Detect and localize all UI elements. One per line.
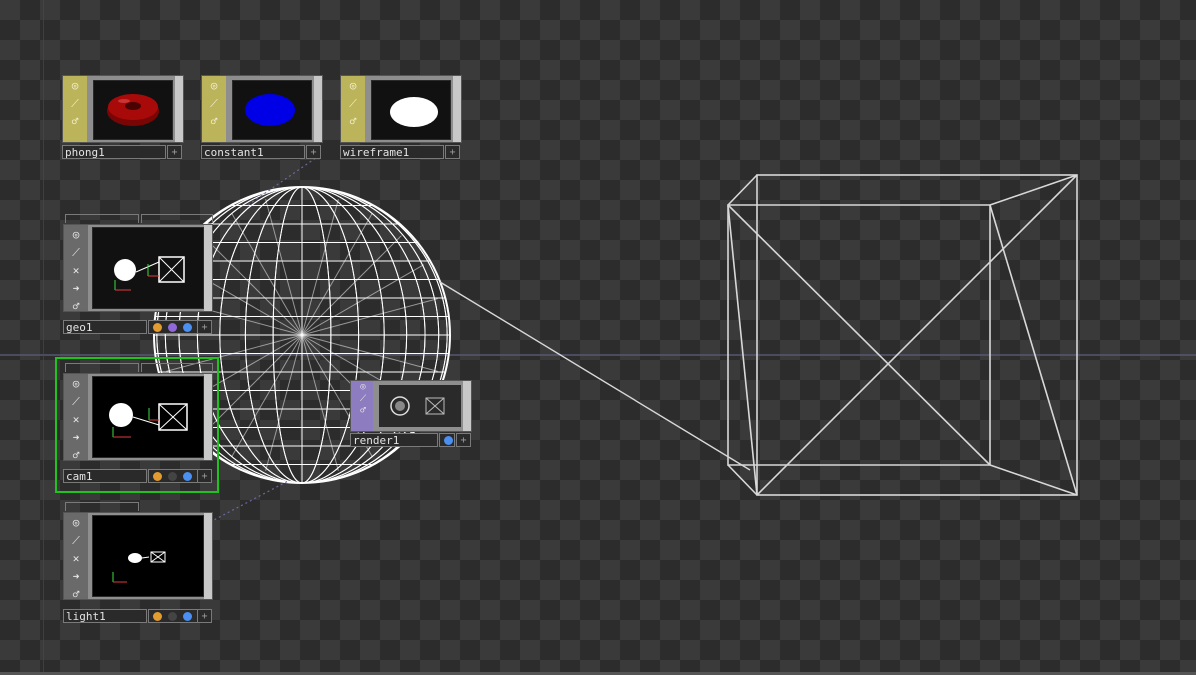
display-flag-icon[interactable] [168, 611, 177, 621]
plus-icon[interactable]: + [456, 433, 471, 447]
display-flag-icon[interactable] [168, 322, 177, 332]
clone-icon[interactable]: ♂ [64, 113, 86, 130]
display-icon[interactable]: ➜ [65, 280, 87, 297]
node-name[interactable]: phong1 [62, 145, 166, 159]
bypass-icon[interactable]: ⟋ [64, 95, 86, 112]
viewer-flag-icon[interactable] [444, 435, 453, 445]
blue-disc-preview [245, 94, 295, 126]
viewer-toggle-icon[interactable]: ◎ [65, 514, 87, 531]
clone-icon[interactable]: ♂ [203, 113, 225, 130]
bypass-icon[interactable]: ⟋ [65, 532, 87, 549]
light-preview [112, 551, 166, 583]
node-flag-column: ◎ ⟋ ♂ [202, 76, 226, 142]
node-flags [148, 609, 200, 623]
clone-icon[interactable]: ♂ [65, 447, 87, 464]
plus-icon[interactable]: + [197, 469, 212, 483]
viewer-toggle-icon[interactable]: ◎ [65, 375, 87, 392]
node-flags [148, 320, 200, 334]
node-viewer[interactable] [379, 385, 461, 427]
bypass-icon[interactable]: ⟋ [203, 95, 225, 112]
node-flag-column: ◎ ⟋ ✕ ➜ ♂ [64, 225, 88, 313]
node-name[interactable]: wireframe1 [340, 145, 444, 159]
red-torus-preview [107, 94, 159, 126]
render-preview [390, 396, 445, 416]
node-name[interactable]: light1 [63, 609, 147, 623]
node-flags [148, 469, 200, 483]
white-disc-preview [390, 97, 438, 127]
viewer-toggle-icon[interactable]: ◎ [64, 77, 86, 94]
node-viewer[interactable] [93, 80, 173, 140]
plus-icon[interactable]: + [167, 145, 182, 159]
wireframe-box [727, 174, 1078, 496]
node-viewer[interactable] [371, 80, 451, 140]
lock-icon[interactable]: ✕ [65, 550, 87, 567]
node-viewer[interactable] [232, 80, 312, 140]
node-flags [439, 433, 455, 447]
geo-preview [114, 256, 185, 291]
node-name[interactable]: constant1 [201, 145, 305, 159]
node-viewer[interactable] [92, 227, 204, 309]
viewer-flag-icon[interactable] [183, 322, 192, 332]
bypass-icon[interactable]: ⟋ [65, 393, 87, 410]
display-flag-icon[interactable] [168, 471, 177, 481]
viewer-toggle-icon[interactable]: ◎ [352, 382, 374, 393]
viewer-flag-icon[interactable] [183, 611, 192, 621]
node-viewer[interactable] [92, 376, 204, 458]
viewer-toggle-icon[interactable]: ◎ [342, 77, 364, 94]
display-icon[interactable]: ➜ [65, 568, 87, 585]
wireframe-node[interactable]: ◎ ⟋ ♂ wireframe1 + [340, 75, 462, 161]
viewer-toggle-icon[interactable]: ◎ [203, 77, 225, 94]
viewer-toggle-icon[interactable]: ◎ [65, 226, 87, 243]
render-flag-icon[interactable] [153, 322, 162, 332]
bypass-icon[interactable]: ⟋ [65, 244, 87, 261]
clone-icon[interactable]: ♂ [65, 298, 87, 315]
clone-icon[interactable]: ♂ [342, 113, 364, 130]
render-node[interactable]: ◎ ⟋ ♂ render1 + [350, 380, 474, 448]
cam-preview [109, 403, 188, 438]
camera-frustum-line [439, 281, 751, 471]
node-name[interactable]: geo1 [63, 320, 147, 334]
node-flag-column: ◎ ⟋ ✕ ➜ ♂ [64, 513, 88, 601]
plus-icon[interactable]: + [445, 145, 460, 159]
render-flag-icon[interactable] [153, 471, 162, 481]
bypass-icon[interactable]: ⟋ [342, 95, 364, 112]
bypass-icon[interactable]: ⟋ [352, 394, 374, 405]
node-flag-column: ◎ ⟋ ✕ ➜ ♂ [64, 374, 88, 462]
node-name[interactable]: cam1 [63, 469, 147, 483]
cam-node[interactable]: ◎ ⟋ ✕ ➜ ♂ cam1 + [63, 363, 213, 485]
display-icon[interactable]: ➜ [65, 429, 87, 446]
constant-node[interactable]: ◎ ⟋ ♂ constant1 + [201, 75, 323, 161]
node-flag-column: ◎ ⟋ ♂ [341, 76, 365, 142]
plus-icon[interactable]: + [197, 320, 212, 334]
clone-icon[interactable]: ♂ [352, 406, 374, 417]
lock-icon[interactable]: ✕ [65, 411, 87, 428]
render-flag-icon[interactable] [153, 611, 162, 621]
node-viewer[interactable] [92, 515, 204, 597]
node-name[interactable]: render1 [350, 433, 438, 447]
lock-icon[interactable]: ✕ [65, 262, 87, 279]
viewer-flag-icon[interactable] [183, 471, 192, 481]
light-node[interactable]: ◎ ⟋ ✕ ➜ ♂ light1 + [63, 502, 213, 624]
phong-node[interactable]: ◎ ⟋ ♂ phong1 + [62, 75, 184, 161]
plus-icon[interactable]: + [306, 145, 321, 159]
plus-icon[interactable]: + [197, 609, 212, 623]
node-flag-column: ◎ ⟋ ♂ [63, 76, 87, 142]
geo-node[interactable]: ◎ ⟋ ✕ ➜ ♂ geo1 + [63, 214, 213, 336]
node-flag-column: ◎ ⟋ ♂ [351, 381, 373, 431]
clone-icon[interactable]: ♂ [65, 586, 87, 603]
